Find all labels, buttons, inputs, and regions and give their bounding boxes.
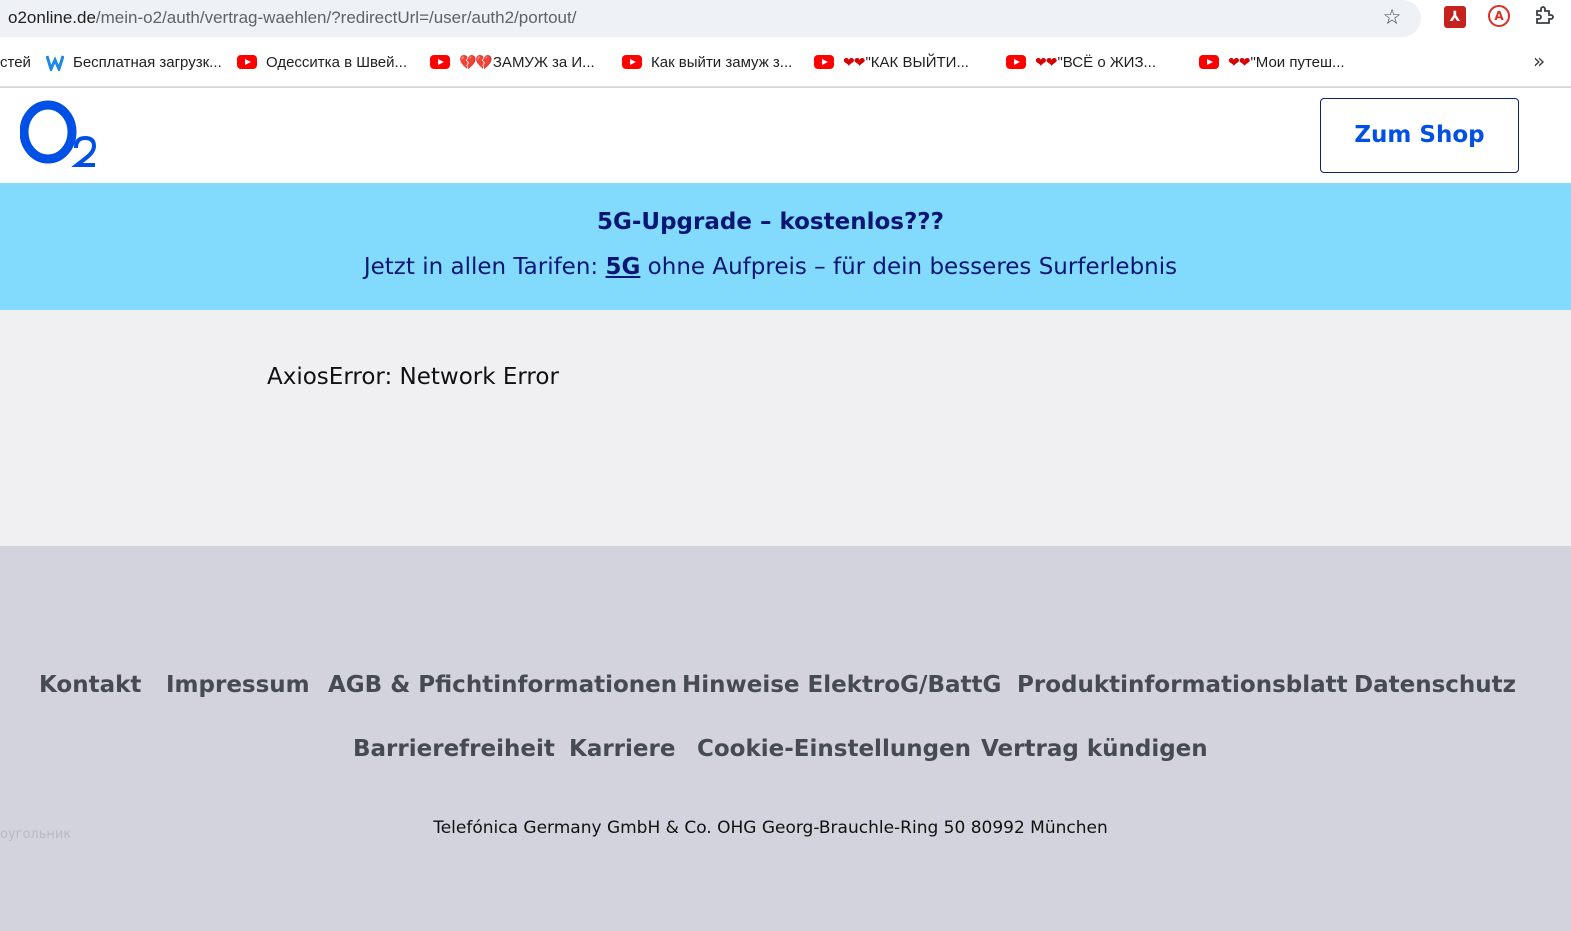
footer-link-produktinformationsblatt[interactable]: Produktinformationsblatt (1017, 672, 1348, 698)
w-icon (46, 55, 64, 71)
footer-link-elektrog[interactable]: Hinweise ElektroG/BattG (682, 672, 1001, 698)
bookmark-item[interactable]: стей (0, 53, 31, 71)
youtube-icon (814, 55, 834, 69)
pdf-extension-icon[interactable]: ⅄ (1444, 6, 1466, 28)
browser-toolbar: o2online.de/mein-o2/auth/vertrag-waehlen… (0, 0, 1571, 37)
error-message: AxiosError: Network Error (267, 364, 559, 390)
bookmark-label: "Мои путеш... (1250, 53, 1345, 71)
footer-link-barrierefreiheit[interactable]: Barrierefreiheit (353, 736, 555, 762)
youtube-icon (237, 55, 257, 69)
hearts-icon: ❤❤ (1228, 53, 1250, 70)
promo-banner: 5G-Upgrade – kostenlos??? Jetzt in allen… (0, 183, 1571, 310)
url-host: o2online.de (8, 8, 96, 27)
footer-link-cookie-einstellungen[interactable]: Cookie-Einstellungen (697, 736, 971, 762)
bookmark-label: Одесситка в Швей... (266, 53, 407, 71)
youtube-icon (1006, 55, 1026, 69)
bookmark-item[interactable]: Как выйти замуж з... (622, 53, 792, 71)
bookmark-item[interactable]: ❤❤ "ВСЁ о ЖИЗ... (1006, 53, 1156, 71)
hearts-icon: ❤❤ (1035, 53, 1057, 70)
footer-link-kontakt[interactable]: Kontakt (39, 672, 141, 698)
5g-link[interactable]: 5G (605, 254, 640, 280)
site-header: Zum Shop (0, 88, 1571, 183)
bookmark-label: Как выйти замуж з... (651, 53, 793, 71)
footer-link-vertrag-kuendigen[interactable]: Vertrag kündigen (981, 736, 1208, 762)
bookmark-label: Бесплатная загрузк... (73, 53, 222, 71)
address-bar[interactable]: o2online.de/mein-o2/auth/vertrag-waehlen… (0, 0, 1421, 37)
banner-subtitle-prefix: Jetzt in allen Tarifen: (363, 254, 606, 280)
site-footer: Kontakt Impressum AGB & Pfichtinformatio… (0, 546, 1571, 931)
company-address: Telefónica Germany GmbH & Co. OHG Georg-… (433, 818, 1108, 838)
youtube-icon (622, 55, 642, 69)
extensions-puzzle-icon[interactable] (1532, 4, 1556, 28)
youtube-icon (1199, 55, 1219, 69)
bookmark-label: "ВСЁ о ЖИЗ... (1057, 53, 1157, 71)
bookmark-item[interactable]: ❤❤ "Мои путеш... (1199, 53, 1345, 71)
o2-logo[interactable] (20, 98, 100, 170)
bookmark-item[interactable]: ❤❤ "КАК ВЫЙТИ... (814, 53, 969, 71)
hearts-icon: 💔💔 (459, 53, 493, 70)
bookmark-label: стей (0, 53, 31, 71)
banner-subtitle: Jetzt in allen Tarifen: 5G ohne Aufpreis… (0, 254, 1541, 280)
bookmark-item[interactable]: Бесплатная загрузк... (46, 53, 222, 71)
bookmark-label: ЗАМУЖ за И... (492, 53, 595, 71)
zum-shop-button[interactable]: Zum Shop (1320, 98, 1519, 173)
url-path: /mein-o2/auth/vertrag-waehlen/?redirectU… (95, 8, 577, 27)
footer-link-karriere[interactable]: Karriere (569, 736, 675, 762)
banner-title: 5G-Upgrade – kostenlos??? (596, 209, 944, 235)
more-bookmarks-icon[interactable]: » (1533, 49, 1545, 73)
footer-link-agb[interactable]: AGB & Pfichtinformationen (328, 672, 677, 698)
acrobat-extension-icon[interactable]: A (1488, 5, 1510, 27)
hearts-icon: ❤❤ (843, 53, 865, 70)
bookmarks-bar: стей Бесплатная загрузк... Одесситка в Ш… (0, 37, 1571, 87)
youtube-icon (430, 55, 450, 69)
footer-link-impressum[interactable]: Impressum (166, 672, 310, 698)
main-content: AxiosError: Network Error (0, 310, 1571, 546)
footer-link-datenschutz[interactable]: Datenschutz (1354, 672, 1516, 698)
bookmark-star-icon[interactable]: ☆ (1380, 5, 1404, 29)
bookmark-item[interactable]: Одесситка в Швей... (237, 53, 407, 71)
url-text[interactable]: o2online.de/mein-o2/auth/vertrag-waehlen… (8, 8, 576, 28)
bookmark-label: "КАК ВЫЙТИ... (865, 53, 969, 71)
banner-subtitle-suffix: ohne Aufpreis – für dein besseres Surfer… (640, 254, 1178, 280)
bookmark-item[interactable]: 💔💔 ЗАМУЖ за И... (430, 53, 595, 71)
